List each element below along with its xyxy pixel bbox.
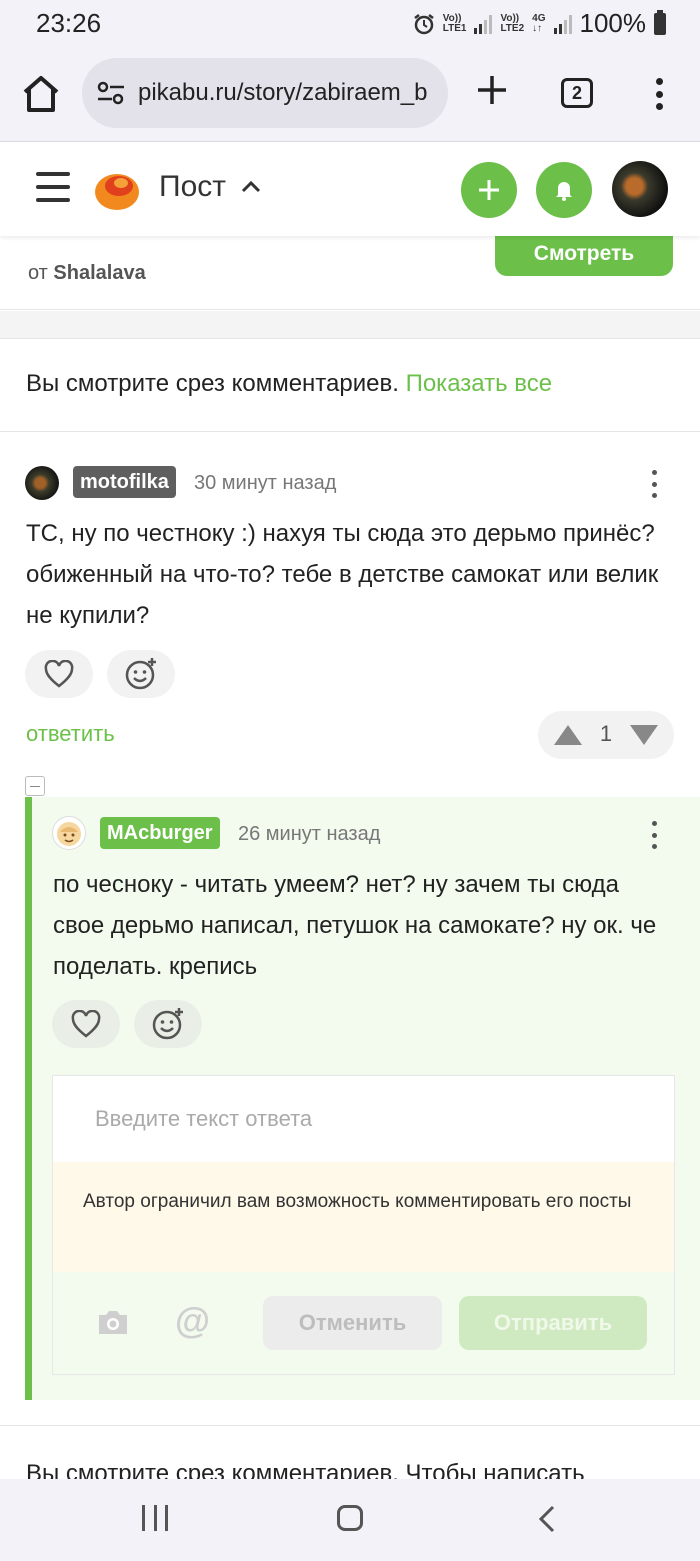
new-tab-icon[interactable]	[474, 72, 510, 108]
hamburger-menu-icon[interactable]	[36, 172, 70, 202]
avatar[interactable]	[25, 466, 59, 500]
menu-dots-icon[interactable]	[648, 74, 670, 114]
add-reaction-button[interactable]	[107, 650, 175, 698]
alarm-icon	[413, 13, 434, 34]
reply-input[interactable]	[53, 1076, 674, 1162]
sim2-label: Vo)) LTE2	[500, 12, 525, 34]
page-title[interactable]: Пост	[159, 170, 226, 204]
comment-text: по чесноку - читать умеем? нет? ну зачем…	[53, 871, 657, 980]
show-all-link[interactable]: Показать все	[406, 370, 553, 397]
watch-button[interactable]: Смотреть	[495, 232, 673, 276]
like-button[interactable]	[25, 650, 93, 698]
avatar-image	[57, 822, 81, 846]
user-avatar[interactable]	[612, 161, 668, 217]
post-author: от Shalalava	[28, 262, 146, 284]
comment-username[interactable]: MAcburger	[100, 817, 220, 849]
comment-username[interactable]: motofilka	[73, 466, 176, 498]
thread-line[interactable]	[25, 797, 32, 1400]
clock: 23:26	[36, 8, 102, 38]
chevron-up-icon[interactable]	[240, 176, 262, 198]
recent-apps-icon[interactable]	[142, 1505, 168, 1531]
home-icon[interactable]	[20, 74, 62, 114]
smiley-plus-icon	[152, 1008, 183, 1040]
comment-highlighted: MAcburger 26 минут назад по чесноку - чи…	[32, 797, 700, 1400]
home-nav-icon[interactable]	[337, 1505, 363, 1531]
bell-icon	[556, 182, 572, 201]
signal-icon	[474, 14, 493, 34]
comment: motofilka 30 минут назад ТС, ну по честн…	[0, 432, 700, 774]
section-divider	[0, 311, 700, 339]
plus-icon	[479, 180, 499, 200]
avatar[interactable]	[52, 816, 86, 850]
downvote-icon[interactable]	[630, 725, 658, 745]
battery-icon	[654, 9, 666, 35]
post-card-footer: от Shalalava Смотреть	[0, 232, 700, 310]
comment-time[interactable]: 26 минут назад	[238, 823, 380, 846]
cancel-button[interactable]: Отменить	[263, 1296, 442, 1350]
smiley-plus-icon	[125, 658, 156, 690]
network-type: 4G ↓↑	[532, 12, 546, 34]
like-button[interactable]	[52, 1000, 120, 1048]
upvote-icon[interactable]	[554, 725, 582, 745]
author-link[interactable]: Shalalava	[53, 262, 145, 284]
tab-switcher-button[interactable]: 2	[561, 78, 593, 108]
reply-form: Автор ограничил вам возможность комменти…	[52, 1075, 675, 1375]
comment-menu-icon[interactable]	[649, 821, 659, 849]
mention-icon[interactable]: @	[175, 1300, 210, 1342]
restriction-notice: Автор ограничил вам возможность комменти…	[53, 1162, 674, 1272]
comment-rating: 1	[538, 711, 674, 759]
add-reaction-button[interactable]	[134, 1000, 202, 1048]
comments-slice-notice-bottom: Вы смотрите срез комментариев. Чтобы нап…	[0, 1425, 700, 1485]
heart-icon	[71, 1010, 101, 1038]
heart-icon	[44, 660, 74, 688]
pikabu-logo[interactable]	[93, 166, 141, 212]
browser-toolbar: pikabu.ru/story/zabiraem_b 2	[0, 46, 700, 142]
reply-link[interactable]: ответить	[26, 721, 115, 747]
camera-icon[interactable]	[96, 1308, 130, 1336]
rating-value: 1	[599, 721, 613, 746]
send-button[interactable]: Отправить	[459, 1296, 647, 1350]
comment-menu-icon[interactable]	[649, 470, 659, 498]
site-header: Пост	[0, 142, 700, 236]
collapse-thread-button[interactable]	[25, 776, 45, 796]
system-navigation-bar	[0, 1479, 700, 1561]
comment-time[interactable]: 30 минут назад	[194, 472, 336, 495]
battery-percent: 100%	[579, 8, 647, 38]
sim1-label: Vo)) LTE1	[442, 12, 467, 34]
url-text: pikabu.ru/story/zabiraem_b	[138, 79, 428, 106]
slice-notice-text: Вы смотрите срез комментариев.	[26, 370, 399, 397]
site-settings-icon[interactable]	[96, 80, 126, 106]
add-post-button[interactable]	[461, 162, 517, 218]
reply-toolbar: @ Отменить Отправить	[53, 1272, 674, 1374]
comments-slice-notice: Вы смотрите срез комментариев. Показать …	[0, 340, 700, 432]
signal-icon	[553, 14, 572, 34]
back-icon[interactable]	[537, 1505, 557, 1533]
status-icons: Vo)) LTE1 Vo)) LTE2 4G ↓↑ 100%	[413, 8, 666, 39]
status-bar: 23:26 Vo)) LTE1 Vo)) LTE2 4G ↓↑ 100%	[0, 0, 700, 46]
notifications-button[interactable]	[536, 162, 592, 218]
url-bar[interactable]: pikabu.ru/story/zabiraem_b	[82, 58, 448, 128]
comment-text: ТС, ну по честноку :) нахуя ты сюда это …	[26, 520, 659, 629]
